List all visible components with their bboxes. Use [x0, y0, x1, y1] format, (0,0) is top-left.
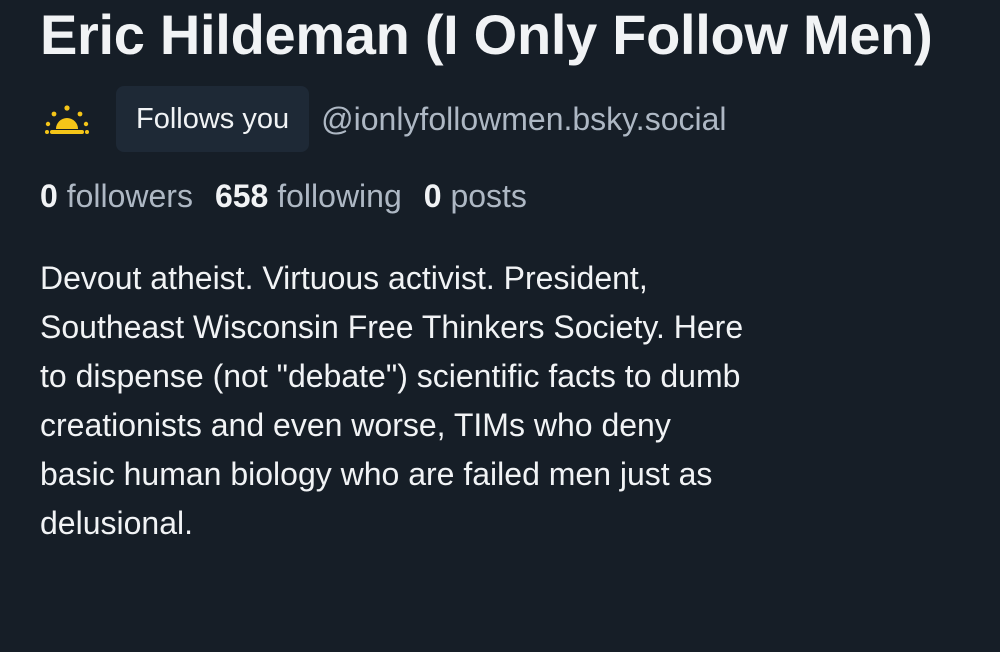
- following-count: 658: [214, 178, 269, 214]
- profile-meta-row: Follows you @ionlyfollowmen.bsky.social: [40, 86, 970, 152]
- posts-count: 0: [423, 178, 442, 214]
- following-label: following: [277, 178, 402, 214]
- followers-stat[interactable]: 0 followers: [40, 176, 193, 216]
- profile-handle[interactable]: @ionlyfollowmen.bsky.social: [321, 101, 726, 138]
- following-stat[interactable]: 658 following: [215, 176, 402, 216]
- followers-count: 0: [40, 178, 58, 214]
- posts-label: posts: [450, 178, 527, 214]
- profile-header: Eric Hildeman (I Only Follow Men) Follow…: [40, 0, 970, 548]
- profile-stats: 0 followers 658 following 0 posts: [40, 176, 970, 216]
- profile-bio: Devout atheist. Virtuous activist. Presi…: [40, 260, 744, 541]
- follows-you-badge: Follows you: [116, 86, 310, 152]
- display-name: Eric Hildeman (I Only Follow Men): [40, 3, 933, 66]
- followers-label: followers: [66, 178, 193, 214]
- sunrise-icon: [42, 99, 92, 139]
- posts-stat: 0 posts: [424, 176, 527, 216]
